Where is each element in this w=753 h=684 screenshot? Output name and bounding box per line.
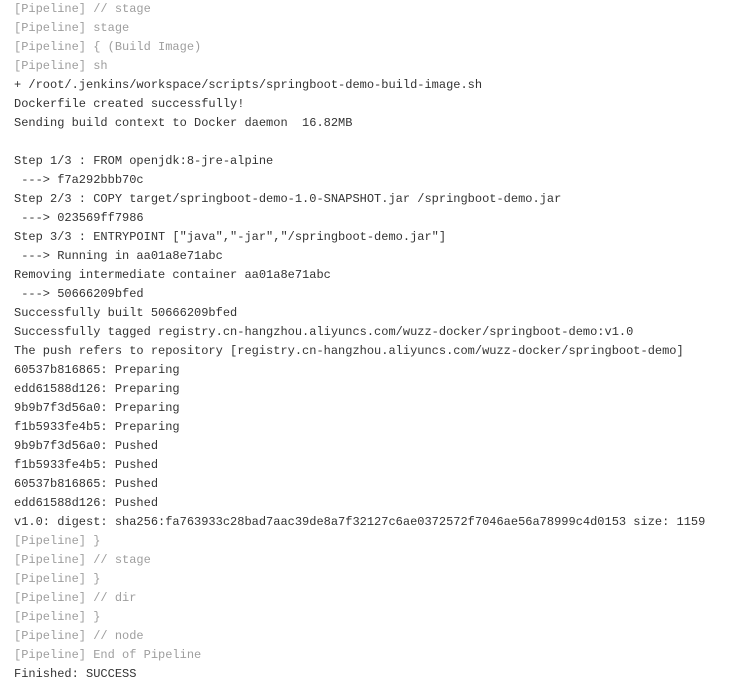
console-line: [Pipeline] // stage — [14, 551, 739, 570]
console-line: [Pipeline] } — [14, 532, 739, 551]
console-line: Removing intermediate container aa01a8e7… — [14, 266, 739, 285]
console-line: The push refers to repository [registry.… — [14, 342, 739, 361]
console-line: 9b9b7f3d56a0: Pushed — [14, 437, 739, 456]
console-line: ---> f7a292bbb70c — [14, 171, 739, 190]
console-line: Sending build context to Docker daemon 1… — [14, 114, 739, 133]
console-line: ---> Running in aa01a8e71abc — [14, 247, 739, 266]
console-output: [Pipeline] // stage[Pipeline] stage[Pipe… — [14, 0, 739, 684]
console-line: [Pipeline] { (Build Image) — [14, 38, 739, 57]
console-line: [Pipeline] } — [14, 570, 739, 589]
console-line: f1b5933fe4b5: Preparing — [14, 418, 739, 437]
console-line: Step 2/3 : COPY target/springboot-demo-1… — [14, 190, 739, 209]
console-line: [Pipeline] // node — [14, 627, 739, 646]
console-line: [Pipeline] sh — [14, 57, 739, 76]
console-line: Dockerfile created successfully! — [14, 95, 739, 114]
console-line: ---> 023569ff7986 — [14, 209, 739, 228]
console-line: Finished: SUCCESS — [14, 665, 739, 684]
console-line: edd61588d126: Pushed — [14, 494, 739, 513]
console-line: edd61588d126: Preparing — [14, 380, 739, 399]
console-line: Successfully tagged registry.cn-hangzhou… — [14, 323, 739, 342]
console-line: [Pipeline] stage — [14, 19, 739, 38]
console-line: [Pipeline] } — [14, 608, 739, 627]
console-line: 60537b816865: Preparing — [14, 361, 739, 380]
console-line: 60537b816865: Pushed — [14, 475, 739, 494]
console-line: [Pipeline] // stage — [14, 0, 739, 19]
console-line: [Pipeline] End of Pipeline — [14, 646, 739, 665]
console-line: 9b9b7f3d56a0: Preparing — [14, 399, 739, 418]
console-line: Successfully built 50666209bfed — [14, 304, 739, 323]
console-line: Step 1/3 : FROM openjdk:8-jre-alpine — [14, 152, 739, 171]
console-line: [Pipeline] // dir — [14, 589, 739, 608]
console-line: ---> 50666209bfed — [14, 285, 739, 304]
console-line: v1.0: digest: sha256:fa763933c28bad7aac3… — [14, 513, 739, 532]
console-line — [14, 133, 739, 152]
console-line: f1b5933fe4b5: Pushed — [14, 456, 739, 475]
console-line: Step 3/3 : ENTRYPOINT ["java","-jar","/s… — [14, 228, 739, 247]
console-line: + /root/.jenkins/workspace/scripts/sprin… — [14, 76, 739, 95]
